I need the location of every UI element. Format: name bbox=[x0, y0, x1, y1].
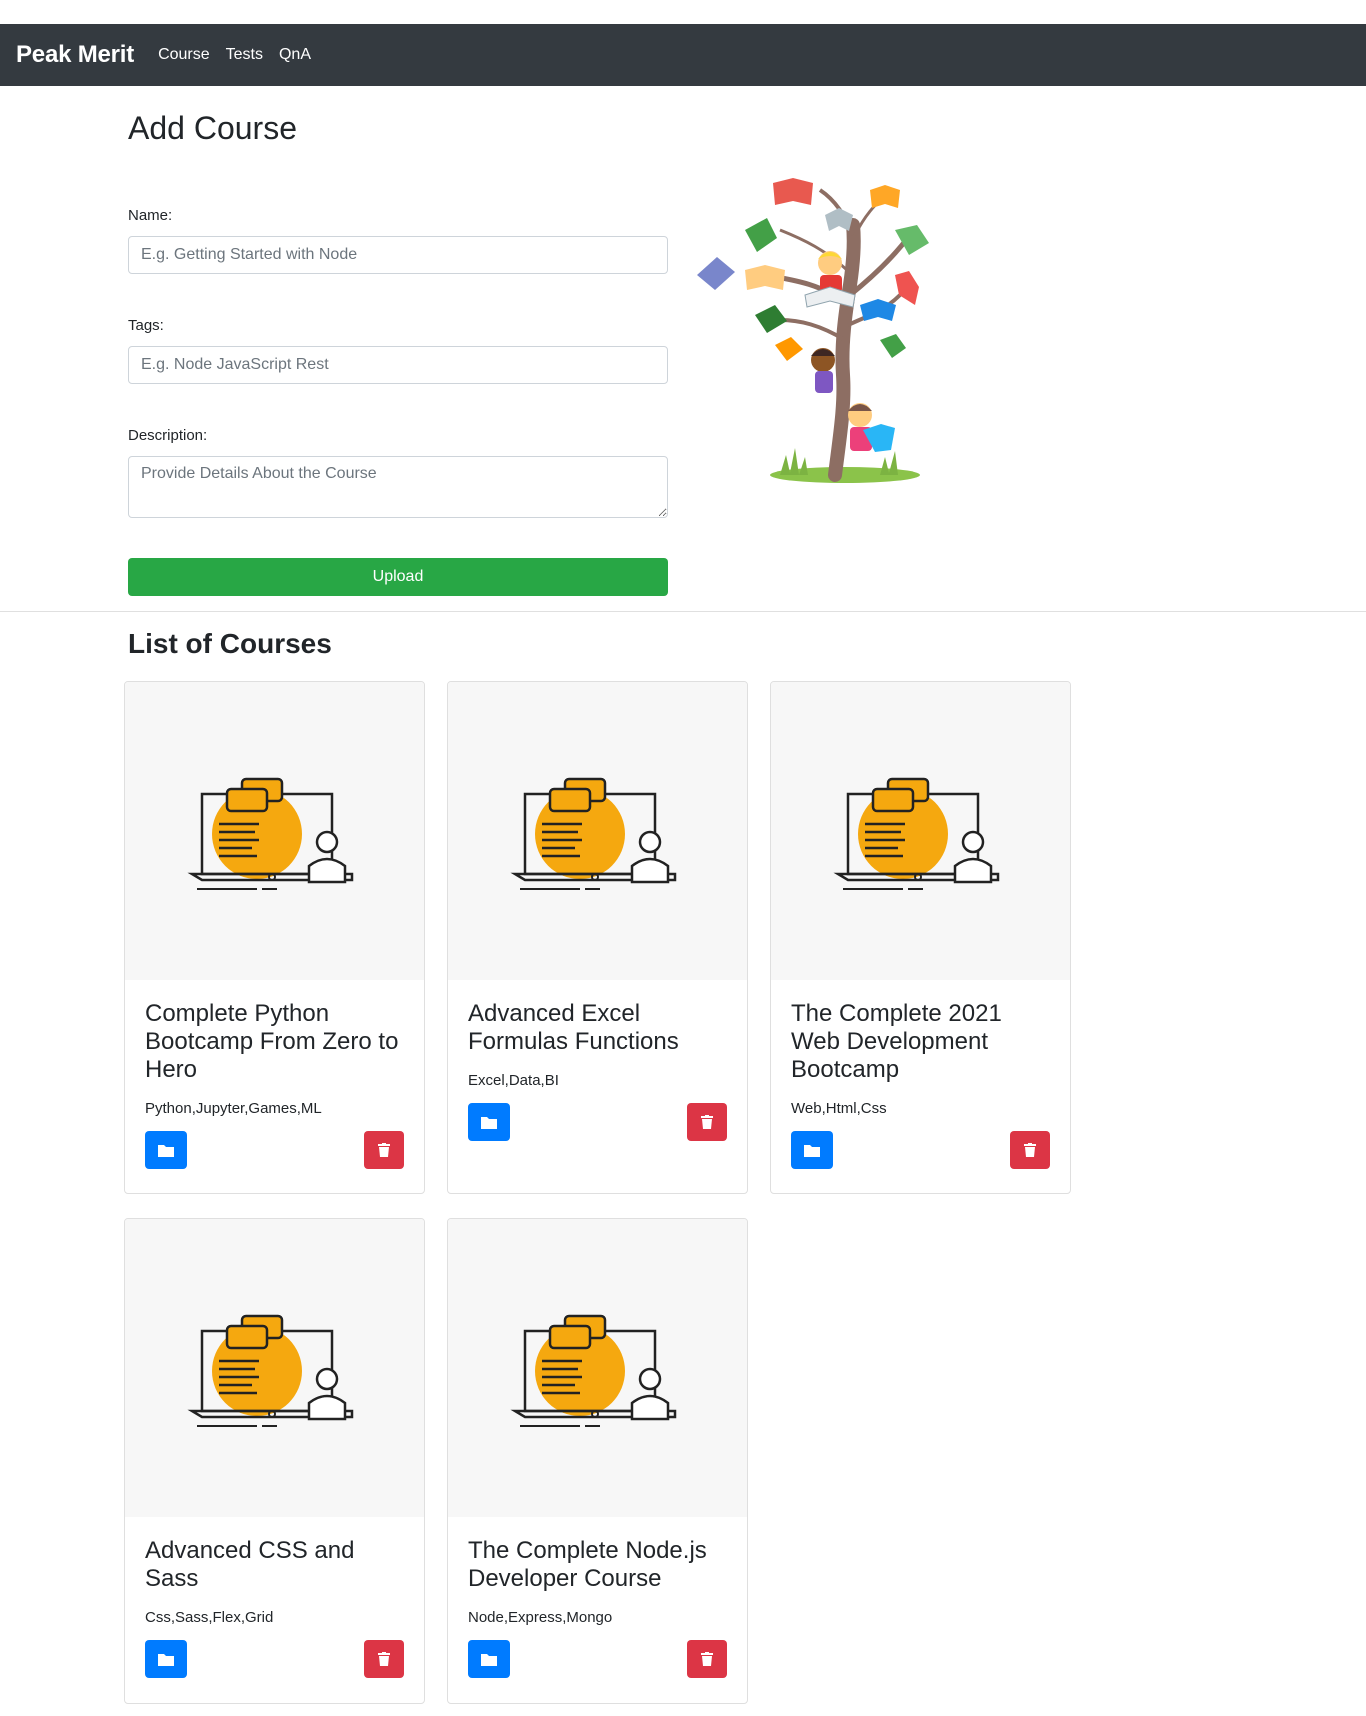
course-card: Complete Python Bootcamp From Zero to He… bbox=[124, 681, 425, 1194]
trash-icon bbox=[1024, 1143, 1036, 1157]
navbar: Peak Merit Course Tests QnA bbox=[0, 24, 1366, 86]
folder-icon bbox=[481, 1654, 497, 1666]
brand-logo[interactable]: Peak Merit bbox=[16, 41, 134, 69]
online-learning-icon bbox=[187, 1314, 354, 1427]
nav-link-course[interactable]: Course bbox=[158, 46, 210, 64]
trash-icon bbox=[378, 1652, 390, 1666]
course-title: The Complete 2021 Web Development Bootca… bbox=[791, 1000, 1002, 1083]
folder-icon bbox=[158, 1145, 174, 1157]
delete-course-button[interactable] bbox=[364, 1640, 404, 1678]
online-learning-icon bbox=[833, 777, 1000, 890]
trash-icon bbox=[701, 1652, 713, 1666]
course-tags-input[interactable] bbox=[128, 346, 668, 384]
upload-button[interactable]: Upload bbox=[128, 558, 668, 596]
course-thumbnail bbox=[125, 1219, 424, 1517]
folder-icon bbox=[804, 1145, 820, 1157]
name-label: Name: bbox=[128, 207, 173, 224]
course-card: The Complete Node.js Developer Course No… bbox=[447, 1218, 748, 1704]
tags-label: Tags: bbox=[128, 317, 164, 334]
course-thumbnail bbox=[125, 682, 424, 980]
list-of-courses-title: List of Courses bbox=[128, 628, 332, 659]
open-course-button[interactable] bbox=[791, 1131, 833, 1169]
open-course-button[interactable] bbox=[468, 1640, 510, 1678]
course-tags: Python,Jupyter,Games,ML bbox=[145, 1100, 322, 1117]
trash-icon bbox=[701, 1115, 713, 1129]
course-card: Advanced CSS and Sass Css,Sass,Flex,Grid bbox=[124, 1218, 425, 1704]
course-card: Advanced Excel Formulas Functions Excel,… bbox=[447, 681, 748, 1194]
nav-link-qna[interactable]: QnA bbox=[279, 46, 311, 64]
book-tree-illustration bbox=[697, 178, 929, 483]
delete-course-button[interactable] bbox=[364, 1131, 404, 1169]
course-thumbnail bbox=[448, 1219, 747, 1517]
course-tags: Css,Sass,Flex,Grid bbox=[145, 1609, 274, 1626]
delete-course-button[interactable] bbox=[1010, 1131, 1050, 1169]
page: Peak Merit Course Tests QnA Add Course N… bbox=[0, 0, 1366, 1716]
open-course-button[interactable] bbox=[145, 1131, 187, 1169]
section-divider bbox=[0, 611, 1366, 612]
course-card: The Complete 2021 Web Development Bootca… bbox=[770, 681, 1071, 1194]
description-label: Description: bbox=[128, 427, 208, 444]
course-tags: Node,Express,Mongo bbox=[468, 1609, 613, 1626]
online-learning-icon bbox=[187, 777, 354, 890]
delete-course-button[interactable] bbox=[687, 1103, 727, 1141]
course-name-input[interactable] bbox=[128, 236, 668, 274]
course-title: Complete Python Bootcamp From Zero to He… bbox=[145, 1000, 399, 1083]
course-title: Advanced Excel Formulas Functions bbox=[468, 1000, 679, 1055]
nav-link-tests[interactable]: Tests bbox=[226, 46, 263, 64]
open-course-button[interactable] bbox=[145, 1640, 187, 1678]
delete-course-button[interactable] bbox=[687, 1640, 727, 1678]
folder-icon bbox=[158, 1654, 174, 1666]
course-tags: Web,Html,Css bbox=[791, 1100, 887, 1117]
trash-icon bbox=[378, 1143, 390, 1157]
course-tags: Excel,Data,BI bbox=[468, 1072, 559, 1089]
course-thumbnail bbox=[448, 682, 747, 980]
course-title: Advanced CSS and Sass bbox=[145, 1537, 355, 1592]
course-title: The Complete Node.js Developer Course bbox=[468, 1537, 707, 1592]
open-course-button[interactable] bbox=[468, 1103, 510, 1141]
online-learning-icon bbox=[510, 1314, 677, 1427]
folder-icon bbox=[481, 1117, 497, 1129]
course-thumbnail bbox=[771, 682, 1070, 980]
add-course-title: Add Course bbox=[128, 110, 297, 146]
online-learning-icon bbox=[510, 777, 677, 890]
course-description-textarea[interactable] bbox=[128, 456, 668, 518]
